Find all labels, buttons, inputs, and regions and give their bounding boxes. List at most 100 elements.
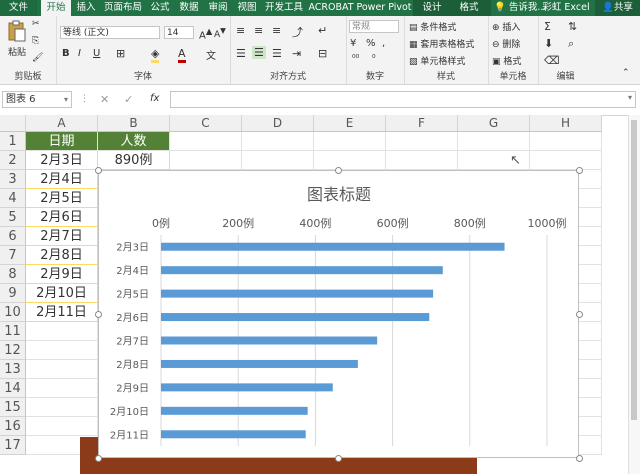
format-painter-button[interactable]: 🖌 xyxy=(32,53,43,63)
fill-button[interactable]: ⬇ xyxy=(544,37,553,50)
font-size-combo[interactable]: 14 xyxy=(164,26,194,39)
middle-align-button[interactable]: ≡ xyxy=(254,24,263,37)
date-cell[interactable]: 2月4日 xyxy=(26,170,98,189)
tab-review[interactable]: 审阅 xyxy=(204,0,232,16)
column-header-g[interactable]: G xyxy=(458,115,530,132)
resize-handle[interactable] xyxy=(335,454,342,462)
cell[interactable] xyxy=(26,341,98,360)
tab-format[interactable]: 格式 xyxy=(451,0,487,16)
cell[interactable] xyxy=(26,379,98,398)
collapse-ribbon-button[interactable]: ⌃ xyxy=(622,68,630,78)
tab-insert[interactable]: 插入 xyxy=(72,0,100,16)
number-format-combo[interactable]: 常规 xyxy=(349,20,399,33)
column-header-a[interactable]: A xyxy=(26,115,98,132)
tab-view[interactable]: 视图 xyxy=(233,0,261,16)
cell[interactable] xyxy=(386,132,458,151)
resize-handle[interactable] xyxy=(575,166,583,174)
insert-cells-button[interactable]: ⊕ 插入 xyxy=(492,20,520,33)
cell[interactable] xyxy=(242,132,314,151)
cut-button[interactable]: ✂ xyxy=(32,19,40,29)
cell[interactable] xyxy=(530,132,602,151)
cell[interactable] xyxy=(458,132,530,151)
resize-handle[interactable] xyxy=(94,454,102,462)
cell[interactable] xyxy=(26,360,98,379)
row-header-16[interactable]: 16 xyxy=(0,417,26,436)
resize-handle[interactable] xyxy=(94,166,102,174)
name-box[interactable]: 图表 6 ▾ xyxy=(2,91,72,108)
date-cell[interactable]: 2月5日 xyxy=(26,189,98,208)
column-header-f[interactable]: F xyxy=(386,115,458,132)
cell[interactable] xyxy=(26,322,98,341)
share-button[interactable]: 👤共享 xyxy=(595,0,640,16)
tab-developer[interactable]: 开发工具 xyxy=(262,0,306,16)
cell[interactable] xyxy=(530,151,602,170)
tab-power-pivot[interactable]: Power Pivot xyxy=(356,0,412,16)
decrease-decimal-button[interactable]: ⁰ xyxy=(372,54,376,64)
bottom-align-button[interactable]: ≡ xyxy=(272,24,281,37)
clear-button[interactable]: ⌫ xyxy=(544,54,560,67)
header-cell-count[interactable]: 人数 xyxy=(98,132,170,151)
cell-styles-button[interactable]: ▧ 单元格样式 xyxy=(409,54,465,67)
bold-button[interactable]: B xyxy=(62,48,70,59)
cell[interactable] xyxy=(242,151,314,170)
resize-handle[interactable] xyxy=(575,454,583,462)
cell[interactable] xyxy=(26,398,98,417)
tab-design[interactable]: 设计 xyxy=(414,0,450,16)
merge-button[interactable]: ⊟ xyxy=(318,47,327,60)
border-button[interactable]: ⊞ xyxy=(116,47,125,60)
tell-me-box[interactable]: 💡 告诉我... xyxy=(494,0,546,16)
increase-font-button[interactable]: A▲ xyxy=(199,26,212,41)
row-header-5[interactable]: 5 xyxy=(0,208,26,227)
underline-button[interactable]: U xyxy=(93,48,100,59)
column-header-e[interactable]: E xyxy=(314,115,386,132)
font-color-button[interactable]: A xyxy=(178,47,186,63)
column-header-d[interactable]: D xyxy=(242,115,314,132)
top-align-button[interactable]: ≡ xyxy=(236,24,245,37)
align-left-button[interactable]: ☰ xyxy=(236,47,246,60)
cancel-button[interactable]: ✕ xyxy=(100,93,109,106)
bar-chart[interactable]: 图表标题 0例 200例 400例 600例 800例 1000例 2月3日 2月4日 2月5日 2… xyxy=(98,170,579,458)
row-header-1[interactable]: 1 xyxy=(0,132,26,151)
formula-input[interactable]: ▾ xyxy=(170,91,636,108)
row-header-17[interactable]: 17 xyxy=(0,436,26,455)
tab-home[interactable]: 开始 xyxy=(41,0,71,16)
resize-handle[interactable] xyxy=(575,310,583,318)
align-right-button[interactable]: ☰ xyxy=(272,47,282,60)
select-all-corner[interactable] xyxy=(0,115,26,132)
conditional-format-button[interactable]: ▤ 条件格式 xyxy=(409,20,456,33)
increase-decimal-button[interactable]: ⁰⁰ xyxy=(352,54,359,64)
date-cell[interactable]: 2月8日 xyxy=(26,246,98,265)
percent-button[interactable]: % xyxy=(366,38,376,49)
tab-data[interactable]: 数据 xyxy=(175,0,203,16)
cell[interactable] xyxy=(170,151,242,170)
row-header-15[interactable]: 15 xyxy=(0,398,26,417)
row-header-13[interactable]: 13 xyxy=(0,360,26,379)
font-name-combo[interactable]: 等线 (正文) xyxy=(60,26,160,39)
italic-button[interactable]: I xyxy=(78,48,81,59)
row-header-6[interactable]: 6 xyxy=(0,227,26,246)
column-header-c[interactable]: C xyxy=(170,115,242,132)
delete-cells-button[interactable]: ⊖ 删除 xyxy=(492,37,520,50)
copy-button[interactable]: ⎘ xyxy=(32,36,39,46)
fill-color-button[interactable]: ◈ xyxy=(151,47,160,63)
row-header-11[interactable]: 11 xyxy=(0,322,26,341)
tab-acrobat[interactable]: ACROBAT xyxy=(307,0,355,16)
row-header-4[interactable]: 4 xyxy=(0,189,26,208)
cell[interactable] xyxy=(314,151,386,170)
paste-button[interactable]: 粘贴 xyxy=(5,20,29,58)
phonetic-button[interactable]: 文 xyxy=(206,47,216,62)
row-header-14[interactable]: 14 xyxy=(0,379,26,398)
tab-formulas[interactable]: 公式 xyxy=(146,0,174,16)
row-header-7[interactable]: 7 xyxy=(0,246,26,265)
cell[interactable] xyxy=(386,151,458,170)
autosum-button[interactable]: Σ xyxy=(544,20,551,33)
header-cell-date[interactable]: 日期 xyxy=(26,132,98,151)
column-header-h[interactable]: H xyxy=(530,115,602,132)
wrap-text-button[interactable]: ↵ xyxy=(318,24,327,37)
decrease-font-button[interactable]: A▼ xyxy=(214,26,226,40)
row-header-3[interactable]: 3 xyxy=(0,170,26,189)
date-cell[interactable]: 2月9日 xyxy=(26,265,98,284)
format-cells-button[interactable]: ▣ 格式 xyxy=(492,54,521,67)
tab-page-layout[interactable]: 页面布局 xyxy=(101,0,145,16)
currency-button[interactable]: ¥ xyxy=(350,38,356,49)
